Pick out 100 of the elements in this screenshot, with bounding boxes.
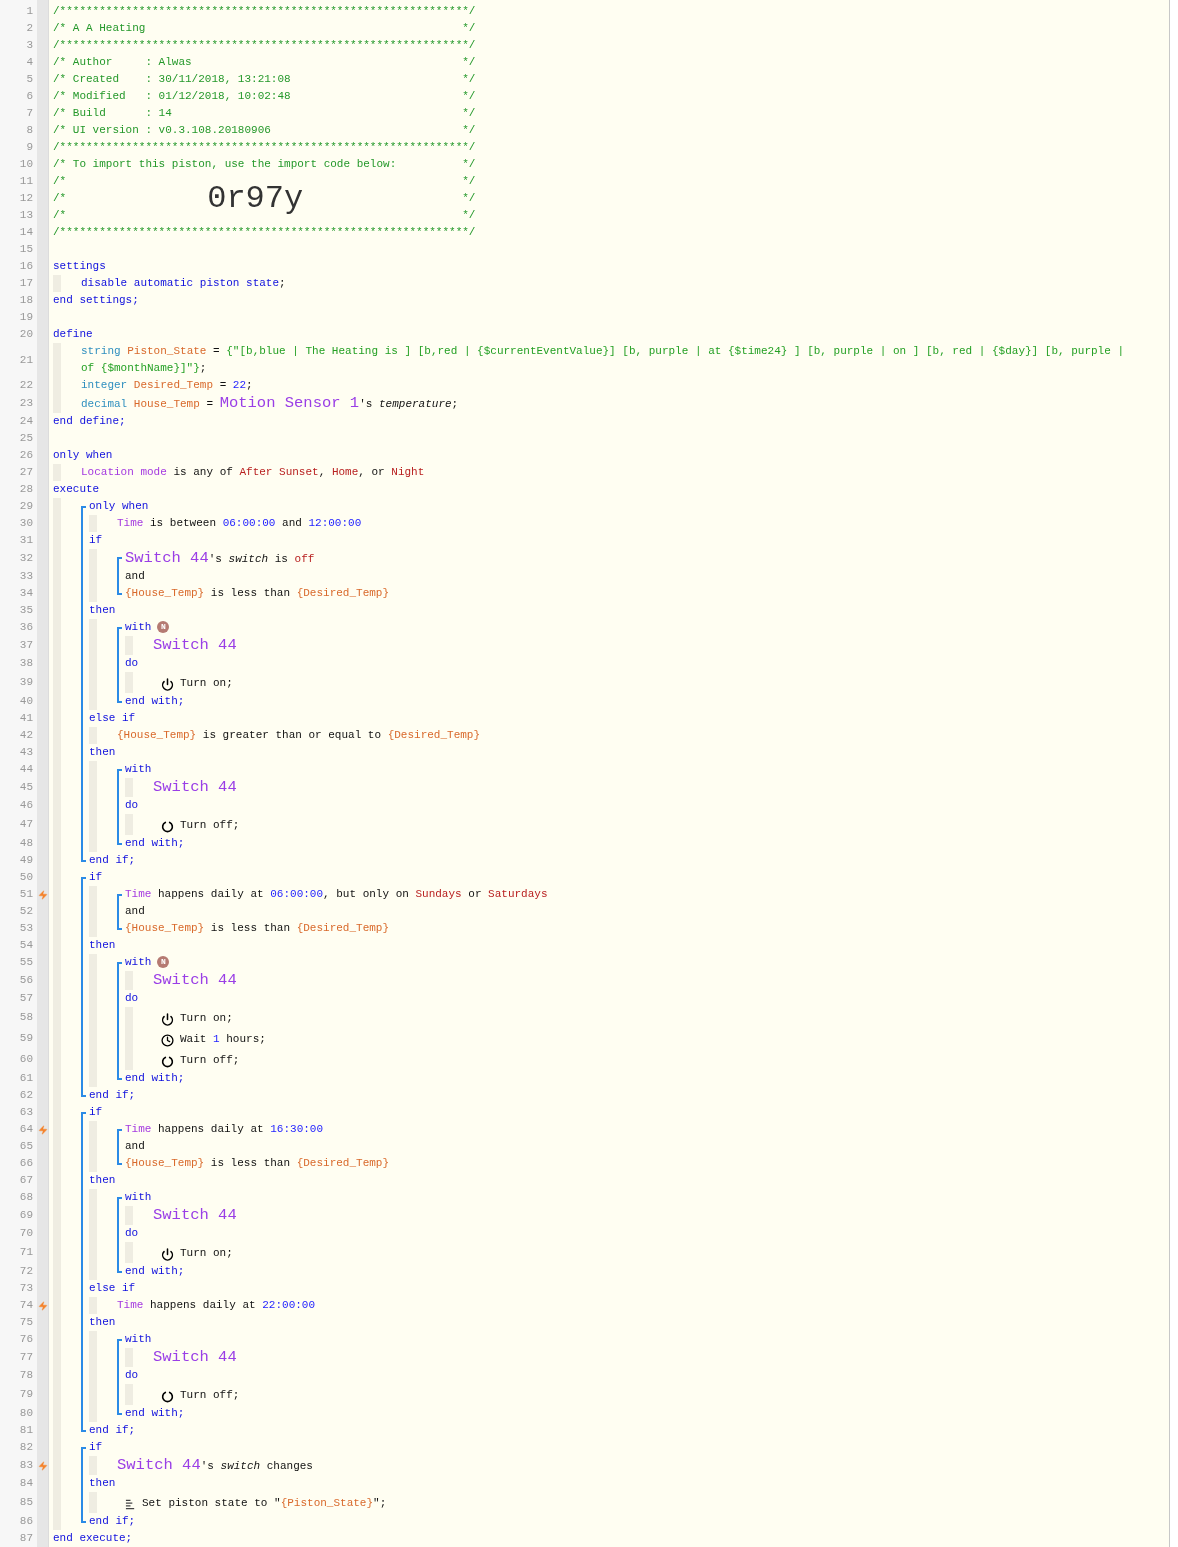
subject-name: Time bbox=[117, 516, 144, 531]
code-text: and bbox=[125, 904, 145, 919]
variable-name: Desired_Temp bbox=[133, 378, 214, 393]
variable-name: {Desired_Temp} bbox=[296, 586, 390, 601]
code-text: happens daily at bbox=[157, 1122, 265, 1137]
line-number: 27 bbox=[18, 465, 34, 481]
line-number: 20 bbox=[18, 327, 34, 343]
letter-badge: N bbox=[157, 621, 170, 634]
line-number: 26 bbox=[18, 448, 34, 464]
device-name: Switch 44 bbox=[153, 636, 237, 654]
code-text: Set piston state to " bbox=[142, 1496, 281, 1511]
code-text: changes bbox=[265, 1458, 313, 1474]
keyword: end with; bbox=[125, 1071, 185, 1086]
line-number: 32 bbox=[18, 551, 34, 567]
line-number: 61 bbox=[18, 1071, 34, 1087]
code-comment: /* UI version : v0.3.108.20180906 bbox=[53, 123, 271, 139]
code-comment: */ bbox=[462, 157, 476, 173]
keyword: if bbox=[89, 1105, 103, 1120]
line-number: 8 bbox=[25, 123, 34, 139]
attribute-name: switch bbox=[220, 1458, 261, 1474]
line-number: 55 bbox=[18, 955, 34, 971]
line-number: 73 bbox=[18, 1281, 34, 1297]
line-number: 15 bbox=[18, 242, 34, 258]
line-number: 24 bbox=[18, 414, 34, 430]
line-number: 68 bbox=[18, 1190, 34, 1206]
line-number: 84 bbox=[18, 1476, 34, 1492]
device-name: Switch 44 bbox=[153, 778, 237, 796]
code-text: 's bbox=[200, 1458, 215, 1474]
line-number: 12 bbox=[18, 191, 34, 207]
keyword: end with; bbox=[125, 694, 185, 709]
line-number: 46 bbox=[18, 798, 34, 814]
value-literal: 06:00:00 bbox=[270, 887, 324, 902]
line-number: 54 bbox=[18, 938, 34, 954]
code-comment: */ bbox=[462, 21, 476, 37]
line-number: 5 bbox=[25, 72, 34, 88]
code-comment: /* Build : 14 bbox=[53, 106, 172, 122]
line-number: 9 bbox=[25, 140, 34, 156]
line-number: 7 bbox=[25, 106, 34, 122]
device-name: Switch 44 bbox=[153, 971, 237, 989]
code-text: ; bbox=[451, 396, 459, 412]
variable-name: {House_Temp} bbox=[125, 586, 205, 601]
code-text: ; bbox=[246, 378, 253, 393]
line-number: 17 bbox=[18, 276, 34, 292]
code-comment: */ bbox=[462, 55, 476, 71]
code-comment: /* A A Heating bbox=[53, 21, 146, 37]
device-name: Switch 44 bbox=[153, 1348, 237, 1366]
line-number: 38 bbox=[18, 656, 34, 672]
variable-name: {Desired_Temp} bbox=[296, 1156, 390, 1171]
keyword: with bbox=[125, 762, 152, 777]
line-number: 11 bbox=[18, 174, 34, 190]
keyword: with bbox=[125, 955, 152, 970]
line-number: 3 bbox=[25, 38, 34, 54]
string-literal: {"[b,blue | The Heating is ] [b,red | {$currentEventValue}] [b, purple | at {$time24} ] [b, purple | on ] [b, red | {$day}] [b, purple | bbox=[226, 344, 1124, 359]
code-comment: /* bbox=[53, 191, 67, 207]
code-text: 's bbox=[359, 396, 374, 412]
line-number: 77 bbox=[18, 1350, 34, 1366]
constant-value: Home bbox=[331, 465, 359, 480]
line-number: 64 bbox=[18, 1122, 34, 1138]
variable-name: {House_Temp} bbox=[125, 1156, 205, 1171]
line-number: 81 bbox=[18, 1423, 34, 1439]
subject-name: Location mode bbox=[81, 465, 167, 480]
keyword: end if; bbox=[89, 853, 136, 868]
line-number: 58 bbox=[18, 1010, 34, 1026]
line-number: 66 bbox=[18, 1156, 34, 1172]
keyword: do bbox=[125, 798, 139, 813]
code-text: Turn on; bbox=[180, 1011, 233, 1026]
line-number: 18 bbox=[18, 293, 34, 309]
value-literal: 16:30:00 bbox=[270, 1122, 324, 1137]
line-number: 62 bbox=[18, 1088, 34, 1104]
keyword: then bbox=[89, 1476, 116, 1491]
keyword: if bbox=[89, 1440, 103, 1455]
code-text: and bbox=[125, 1139, 145, 1154]
variable-name: {Desired_Temp} bbox=[296, 921, 390, 936]
line-number: 75 bbox=[18, 1315, 34, 1331]
line-number: 65 bbox=[18, 1139, 34, 1155]
code-text: is less than bbox=[209, 586, 292, 601]
power-icon bbox=[161, 678, 174, 691]
line-number: 44 bbox=[18, 762, 34, 778]
code-text: , bbox=[318, 465, 327, 480]
line-number: 37 bbox=[18, 638, 34, 654]
line-number: 51 bbox=[18, 887, 34, 903]
keyword: only when bbox=[89, 499, 149, 514]
code-comment: /* bbox=[53, 208, 67, 224]
line-number: 50 bbox=[18, 870, 34, 886]
line-number: 2 bbox=[25, 21, 34, 37]
code-comment: /**************************************************************/ bbox=[53, 225, 476, 241]
constant-value: Night bbox=[391, 465, 425, 480]
line-number: 76 bbox=[18, 1332, 34, 1348]
type-name: string bbox=[81, 344, 122, 359]
line-number: 63 bbox=[18, 1105, 34, 1121]
line-number: 10 bbox=[18, 157, 34, 173]
code-comment: /**************************************************************/ bbox=[53, 38, 476, 54]
code-text: Turn off; bbox=[180, 1053, 240, 1068]
code-comment: /* To import this piston, use the import code below: bbox=[53, 157, 397, 173]
line-number: 70 bbox=[18, 1226, 34, 1242]
keyword: end settings; bbox=[53, 293, 139, 308]
device-name: Motion Sensor 1 bbox=[219, 394, 360, 412]
line-number: 4 bbox=[25, 55, 34, 71]
attribute-name: temperature bbox=[379, 396, 452, 412]
line-number: 34 bbox=[18, 586, 34, 602]
